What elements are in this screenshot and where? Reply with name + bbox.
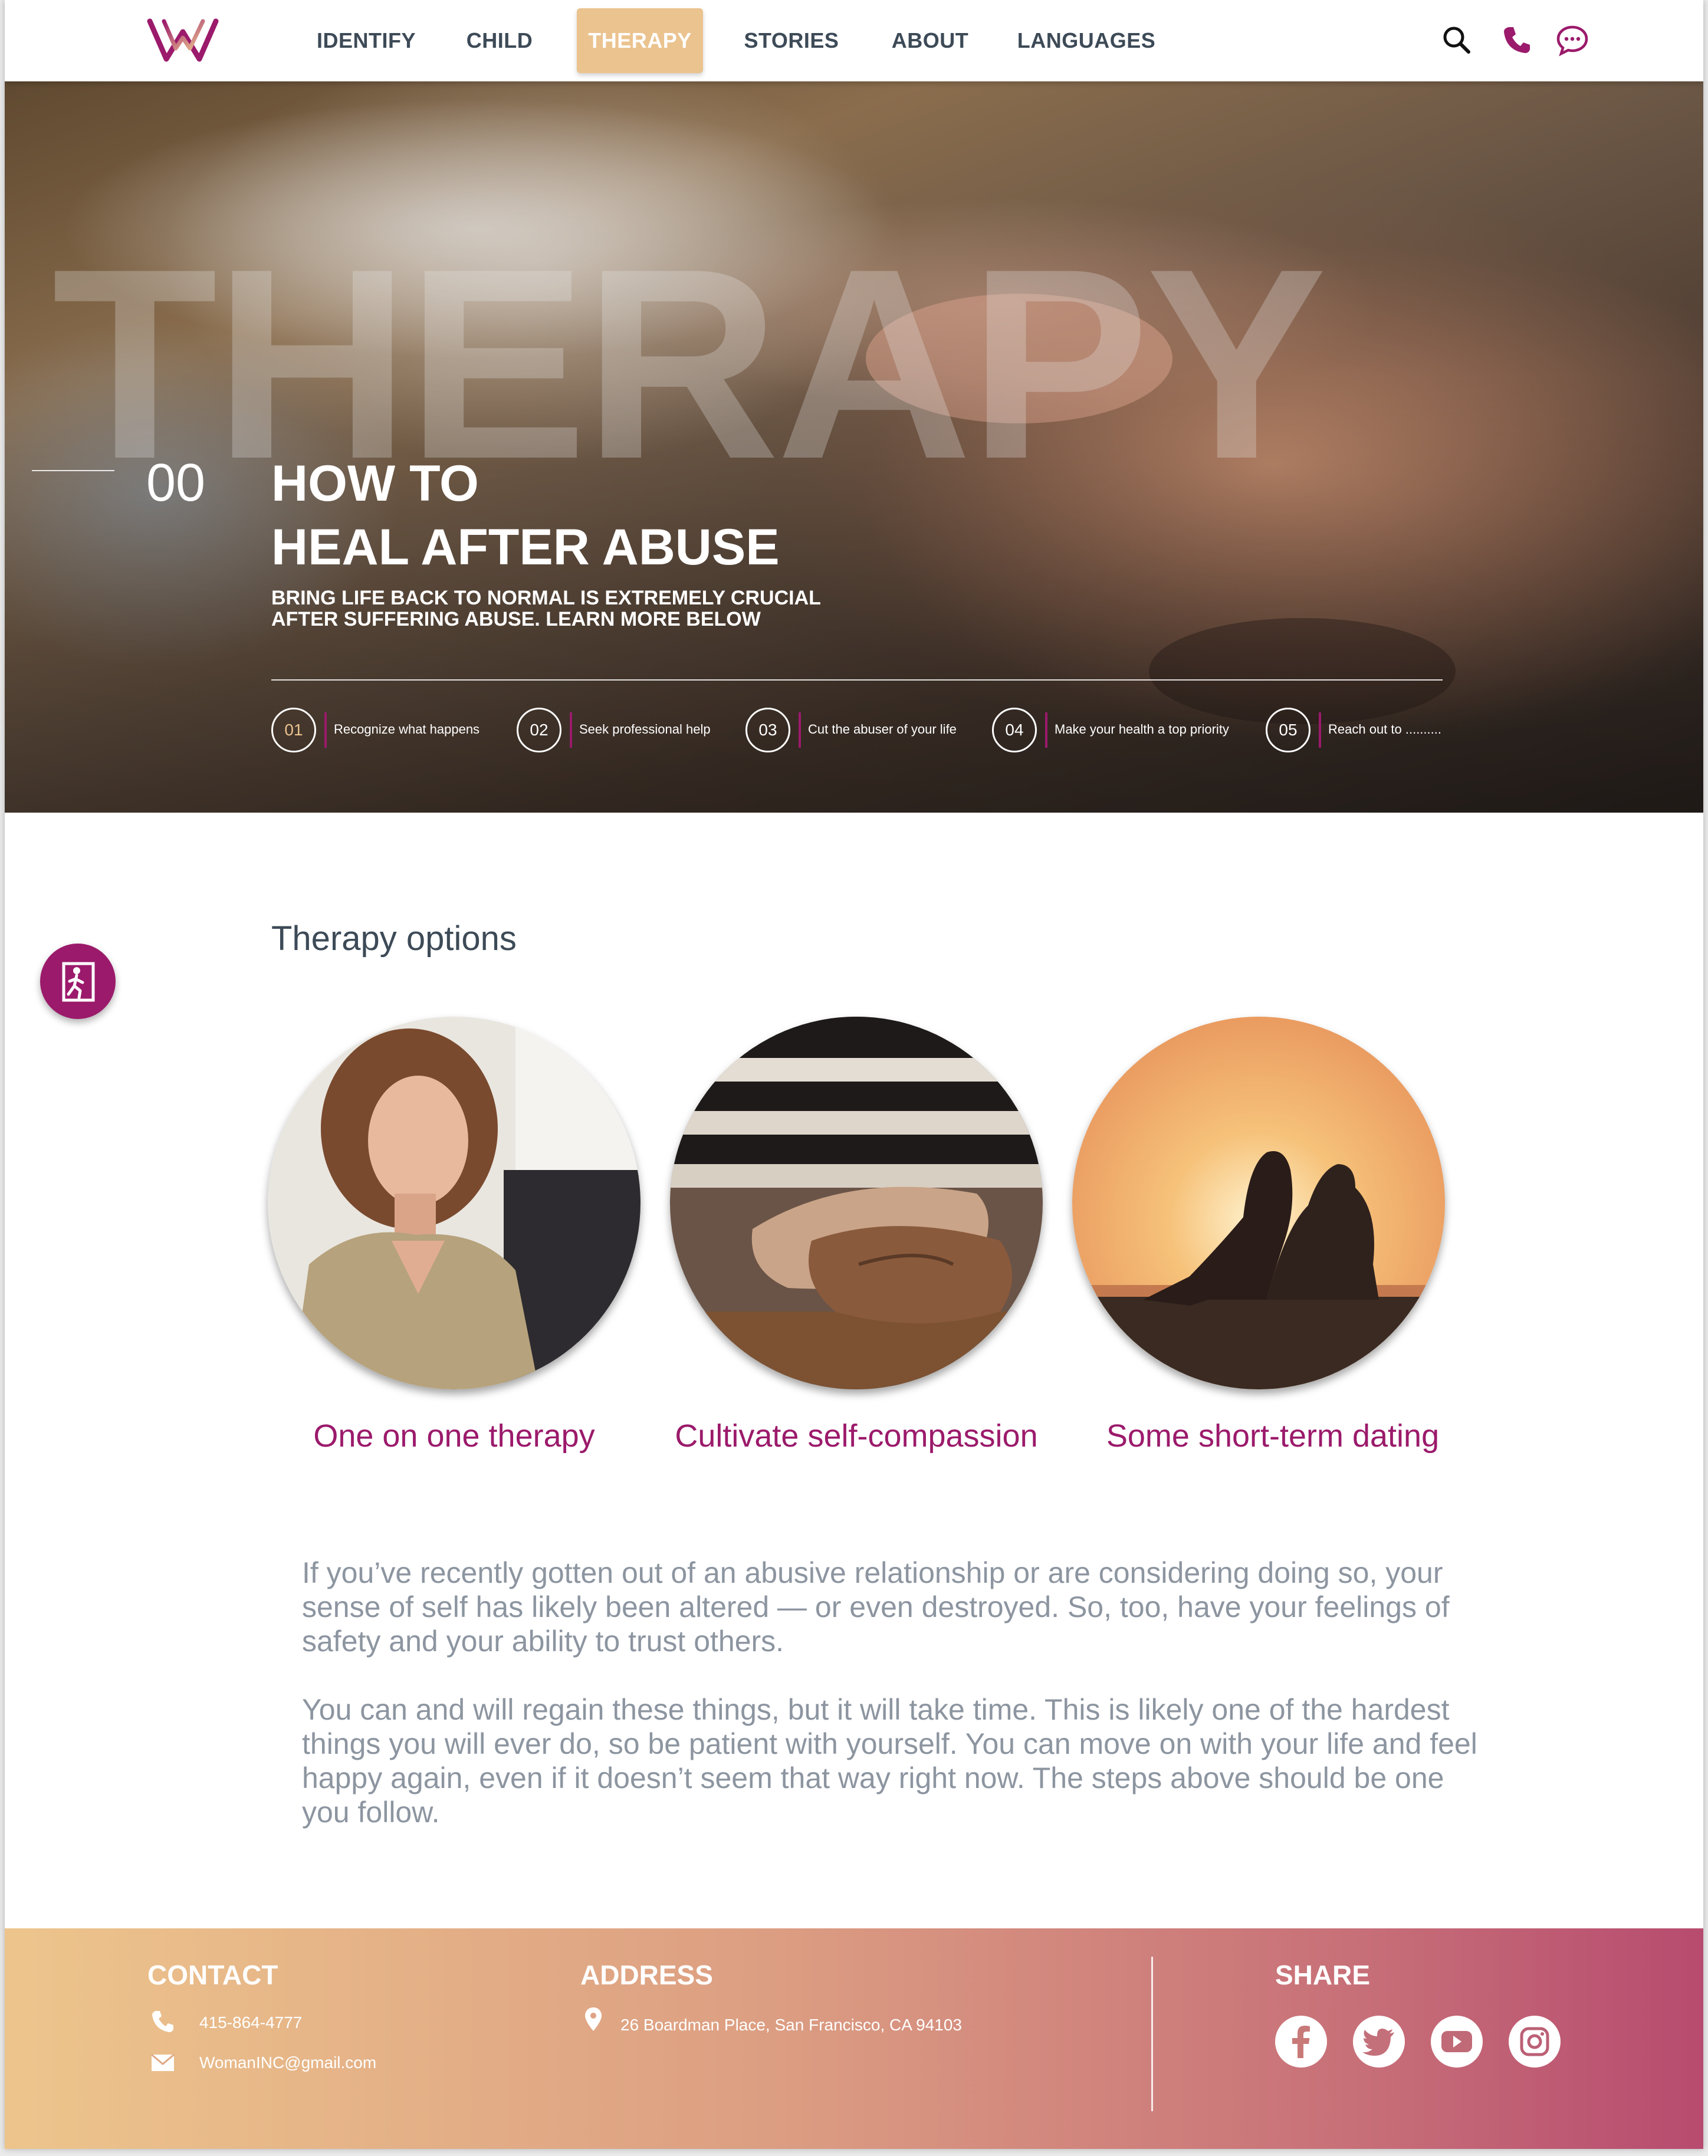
nav-languages[interactable]: LANGUAGES — [1016, 8, 1157, 73]
hero-subtitle-line2: AFTER SUFFERING ABUSE. LEARN MORE BELOW — [271, 608, 761, 630]
option-dating-label[interactable]: Some short-term dating — [1090, 1418, 1456, 1454]
hero-title: HOW TO HEAL AFTER ABUSE — [271, 452, 780, 579]
couple-sunset-photo — [1072, 1017, 1445, 1389]
step-separator — [1045, 712, 1047, 748]
contact-phone[interactable]: 415-864-4777 — [199, 2013, 302, 2032]
option-dating-image[interactable] — [1072, 1017, 1445, 1389]
woman-portrait-photo — [268, 1017, 640, 1389]
holding-hands-photo — [670, 1017, 1043, 1389]
exit-door-icon — [62, 962, 95, 1002]
hero-title-line1: HOW TO — [271, 455, 479, 512]
facebook-icon — [1292, 2026, 1310, 2058]
step-separator — [324, 712, 327, 748]
option-one-on-one-image[interactable] — [268, 1017, 640, 1389]
brand-logo-icon[interactable] — [146, 17, 221, 65]
search-icon[interactable] — [1440, 24, 1473, 57]
quick-exit-button[interactable] — [40, 944, 116, 1019]
footer: CONTACT 415-864-4777 WomanINC@gmail.com … — [5, 1928, 1703, 2149]
step-number: 05 — [1266, 708, 1310, 752]
option-self-compassion-image[interactable] — [670, 1017, 1043, 1389]
step-label: Recognize what happens — [334, 722, 480, 737]
top-navigation: IDENTIFY CHILD THERAPY STORIES ABOUT LAN… — [5, 0, 1703, 81]
step-label: Seek professional help — [579, 722, 711, 737]
therapy-options-title: Therapy options — [271, 919, 517, 958]
instagram-button[interactable] — [1509, 2016, 1561, 2068]
step-separator — [799, 712, 801, 748]
nav-about[interactable]: ABOUT — [880, 8, 980, 73]
option-one-on-one-label[interactable]: One on one therapy — [271, 1418, 637, 1454]
chat-icon[interactable] — [1556, 24, 1589, 57]
step-number: 01 — [271, 708, 316, 752]
address-text: 26 Boardman Place, San Francisco, CA 941… — [620, 2016, 963, 2034]
phone-icon[interactable] — [1500, 24, 1533, 57]
twitter-icon — [1362, 2029, 1394, 2056]
option-self-compassion-label[interactable]: Cultivate self-compassion — [670, 1418, 1043, 1454]
contact-heading: CONTACT — [147, 1960, 278, 1990]
instagram-icon — [1520, 2027, 1549, 2056]
step-number: 04 — [992, 708, 1037, 752]
step-separator — [1319, 712, 1321, 748]
nav-therapy[interactable]: THERAPY — [577, 8, 703, 73]
step-label: Cut the abuser of your life — [808, 722, 957, 737]
body-paragraph-2: You can and will regain these things, bu… — [302, 1693, 1477, 1829]
nav-identify[interactable]: IDENTIFY — [311, 8, 421, 73]
step-separator — [570, 712, 572, 748]
youtube-button[interactable] — [1431, 2016, 1483, 2068]
hero-section-number: 00 — [146, 453, 206, 512]
hero-title-line2: HEAL AFTER ABUSE — [271, 519, 780, 576]
step-label: Make your health a top priority — [1055, 722, 1229, 737]
contact-email[interactable]: WomanINC@gmail.com — [199, 2053, 376, 2072]
hero-accent-line — [32, 470, 114, 471]
hero-subtitle-line1: BRING LIFE BACK TO NORMAL IS EXTREMELY C… — [271, 587, 821, 609]
mail-icon — [151, 2053, 175, 2071]
page: IDENTIFY CHILD THERAPY STORIES ABOUT LAN… — [5, 0, 1703, 2149]
address-heading: ADDRESS — [580, 1960, 713, 1990]
facebook-button[interactable] — [1275, 2016, 1327, 2068]
twitter-button[interactable] — [1353, 2016, 1405, 2068]
phone-icon — [152, 2011, 173, 2032]
footer-divider — [1151, 1957, 1153, 2111]
hero-banner: THERAPY 00 HOW TO HEAL AFTER ABUSE BRING… — [5, 81, 1703, 813]
body-paragraph-1: If you’ve recently gotten out of an abus… — [302, 1556, 1450, 1658]
hero-subtitle: BRING LIFE BACK TO NORMAL IS EXTREMELY C… — [271, 587, 920, 630]
step-number: 03 — [745, 708, 790, 752]
step-number: 02 — [517, 708, 561, 752]
nav-stories[interactable]: STORIES — [738, 8, 845, 73]
hero-divider — [271, 679, 1443, 681]
nav-child[interactable]: CHILD — [455, 8, 544, 73]
youtube-icon — [1441, 2031, 1472, 2052]
location-pin-icon — [585, 2007, 602, 2031]
share-heading: SHARE — [1275, 1960, 1371, 1990]
step-label: Reach out to .......... — [1328, 722, 1441, 737]
